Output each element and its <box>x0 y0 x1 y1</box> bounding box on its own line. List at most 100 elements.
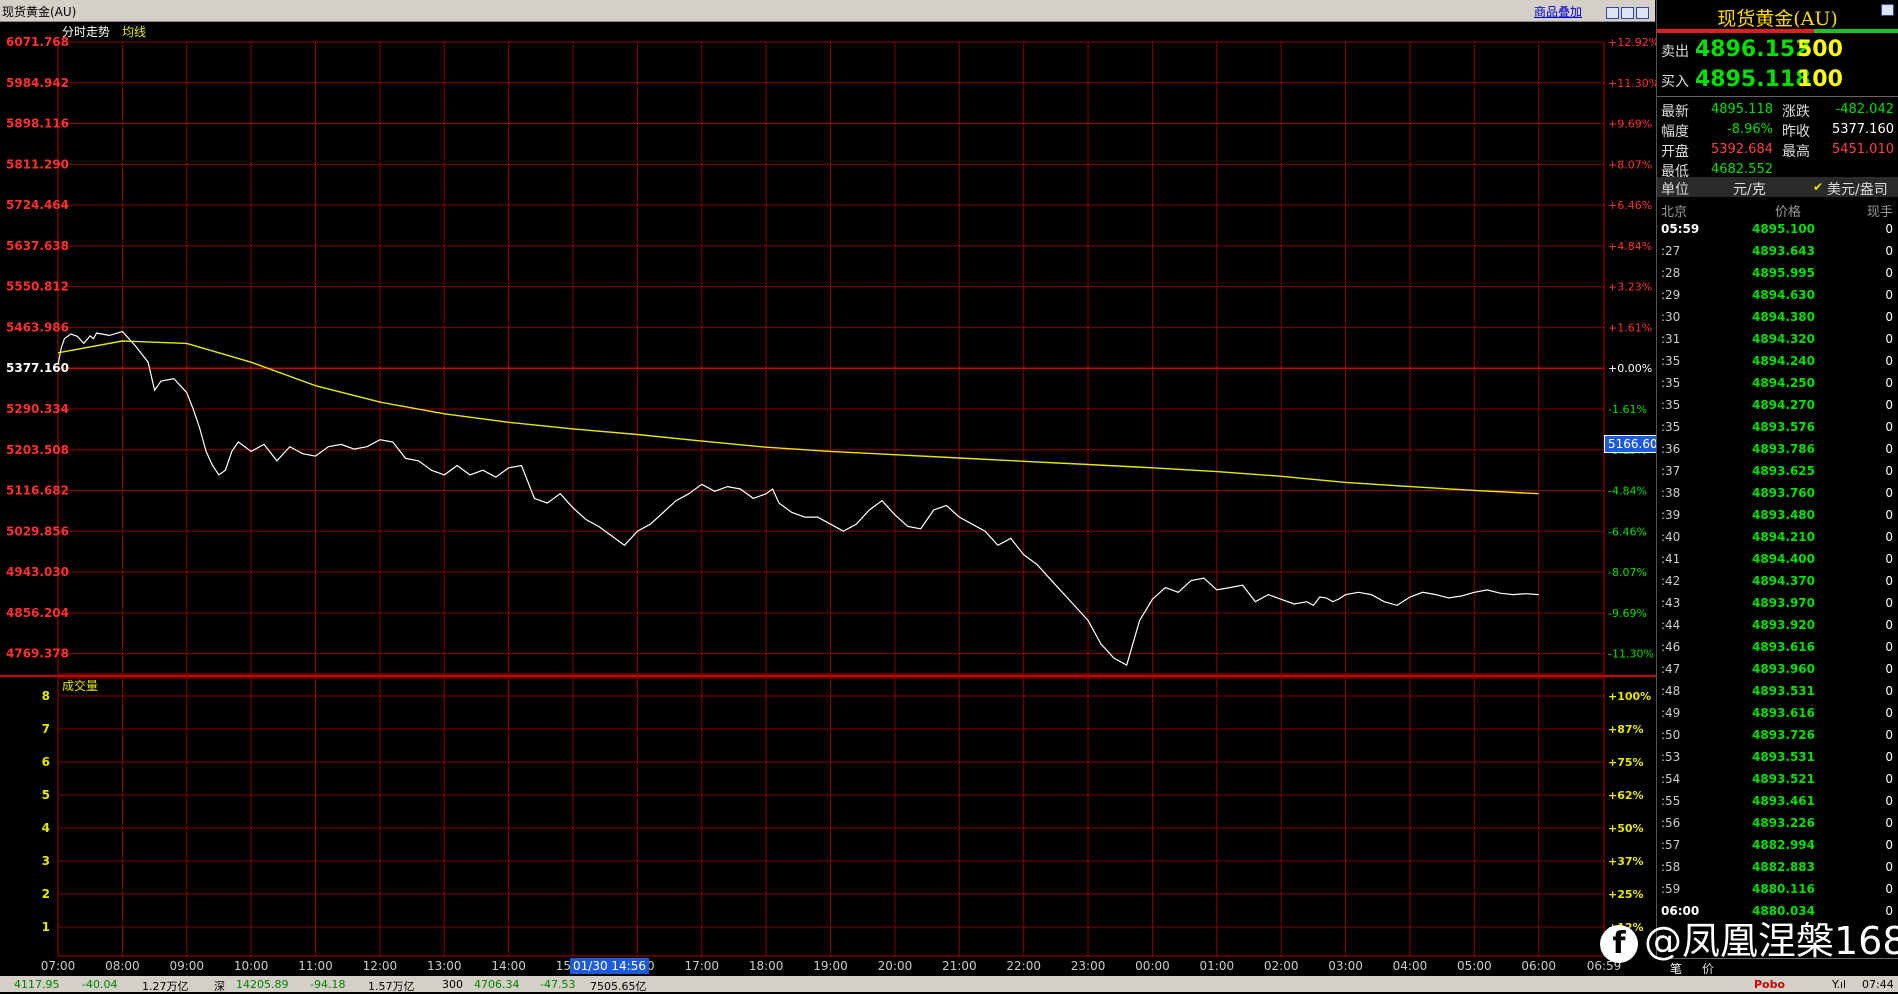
volume-percent-label: +37% <box>1608 855 1644 868</box>
sell-strength-bar <box>1657 29 1814 33</box>
time-tick-label: 17:00 <box>684 959 719 973</box>
tick-row: :38 4893.760 0 <box>1657 483 1898 505</box>
tick-qty: 0 <box>1885 728 1893 742</box>
stat-label: 昨收 <box>1782 124 1810 140</box>
tick-row: :35 4894.250 0 <box>1657 373 1898 395</box>
price-tick-label: 5984.942 <box>6 76 69 90</box>
volume-tick-label: 8 <box>42 689 50 703</box>
tick-row: :41 4894.400 0 <box>1657 549 1898 571</box>
tick-qty: 0 <box>1885 420 1893 434</box>
tick-price: 4893.970 <box>1751 596 1815 610</box>
percent-tick-label: -11.30% <box>1608 648 1654 661</box>
tick-qty: 0 <box>1885 574 1893 588</box>
tick-qty: 0 <box>1885 464 1893 478</box>
tick-row: :47 4893.960 0 <box>1657 659 1898 681</box>
tick-time: :35 <box>1661 354 1681 368</box>
index-value: -94.18 <box>310 978 346 991</box>
index-value: 300 <box>442 978 463 991</box>
tick-qty: 0 <box>1885 772 1893 786</box>
time-tick-label: 10:00 <box>234 959 269 973</box>
tick-price: 4893.760 <box>1751 486 1815 500</box>
unit-selector[interactable]: 单位 元/克 ✔ 美元/盎司 <box>1657 177 1898 199</box>
stat-label: 开盘 <box>1661 144 1689 160</box>
tick-qty: 0 <box>1885 706 1893 720</box>
tick-row: :37 4893.625 0 <box>1657 461 1898 483</box>
tick-price: 4893.521 <box>1751 772 1815 786</box>
index-value: -40.04 <box>82 978 118 991</box>
volume-title: 成交量 <box>62 678 98 693</box>
index-value: 14205.89 <box>236 978 289 991</box>
tick-qty: 0 <box>1885 508 1893 522</box>
intraday-chart[interactable]: 07:00 08:00 09:00 10:00 11:00 12:00 13:00 14:00… <box>0 22 1656 976</box>
panel-toggle-icon[interactable] <box>1881 4 1894 16</box>
stat-value: -8.96% <box>1727 122 1773 137</box>
sell-label: 卖出 <box>1661 44 1689 60</box>
time-tick-label: 02:00 <box>1264 959 1299 973</box>
tick-price: 4893.786 <box>1751 442 1815 456</box>
price-tick-label: 5550.812 <box>6 280 69 294</box>
tick-list[interactable]: 05:59 4895.100 0:27 4893.643 0:28 4895.995 0:2… <box>1657 219 1898 959</box>
time-tick-label: 08:00 <box>105 959 140 973</box>
maximize-icon[interactable] <box>1636 7 1649 19</box>
tick-price: 4880.116 <box>1751 882 1815 896</box>
tick-row: :56 4893.226 0 <box>1657 813 1898 835</box>
app-window: 现货黄金(AU) 商品叠加 07:00 08:00 09:00 10:00 11:00 1… <box>0 0 1898 993</box>
tick-qty: 0 <box>1885 310 1893 324</box>
price-tick-label: 4943.030 <box>6 565 69 579</box>
time-tick-label: 21:00 <box>942 959 977 973</box>
tick-time: :41 <box>1661 552 1681 566</box>
tick-row: :28 4895.995 0 <box>1657 263 1898 285</box>
restore-icon[interactable] <box>1621 7 1634 19</box>
tick-time: :55 <box>1661 794 1681 808</box>
volume-tick-label: 5 <box>42 788 50 802</box>
tick-row: :30 4894.380 0 <box>1657 307 1898 329</box>
volume-tick-label: 2 <box>42 887 50 901</box>
clock: 07:44 <box>1862 978 1894 991</box>
tick-time: :37 <box>1661 464 1681 478</box>
price-tick-label: 5116.682 <box>6 484 69 498</box>
tick-time: :50 <box>1661 728 1681 742</box>
buy-qty: 100 <box>1797 67 1843 92</box>
col-qty: 现手 <box>1866 205 1893 220</box>
stat-value: 5377.160 <box>1831 122 1894 137</box>
unit-label: 单位 <box>1661 182 1689 198</box>
percent-tick-label: +6.46% <box>1608 199 1652 212</box>
tick-row: :29 4894.630 0 <box>1657 285 1898 307</box>
time-tick-label: 14:00 <box>491 959 526 973</box>
unit-option-gram[interactable]: 元/克 <box>1733 179 1766 199</box>
time-tick-label: 13:00 <box>427 959 462 973</box>
volume-percent-label: +25% <box>1608 888 1644 901</box>
tick-qty: 0 <box>1885 222 1893 236</box>
percent-tick-label: -4.84% <box>1608 485 1647 498</box>
stat-value: 5392.684 <box>1710 142 1773 157</box>
tick-row: :36 4893.786 0 <box>1657 439 1898 461</box>
tick-time: :39 <box>1661 508 1681 522</box>
percent-tick-label: +11.30% <box>1608 77 1656 90</box>
tick-time: :44 <box>1661 618 1681 632</box>
percent-tick-label: -1.61% <box>1608 403 1647 416</box>
tick-qty: 0 <box>1885 794 1893 808</box>
buy-price: 4895.118 <box>1695 67 1811 92</box>
price-tick-label: 4856.204 <box>6 606 69 620</box>
unit-option-usd-oz[interactable]: 美元/盎司 <box>1827 179 1888 199</box>
percent-tick-label: +3.23% <box>1608 281 1652 294</box>
tick-qty: 0 <box>1885 442 1893 456</box>
tick-time: :31 <box>1661 332 1681 346</box>
layout-icon[interactable] <box>1606 7 1619 19</box>
tick-qty: 0 <box>1885 398 1893 412</box>
tick-time: :35 <box>1661 376 1681 390</box>
tick-time: 05:59 <box>1661 222 1700 236</box>
percent-tick-label: +1.61% <box>1608 321 1652 334</box>
chart-title-bar: 现货黄金(AU) 商品叠加 <box>0 0 1655 22</box>
tick-qty: 0 <box>1885 860 1893 874</box>
overlay-commodity-link[interactable]: 商品叠加 <box>1534 3 1582 20</box>
tick-qty: 0 <box>1885 552 1893 566</box>
tick-time: :58 <box>1661 860 1681 874</box>
time-tick-label: 12:00 <box>363 959 398 973</box>
signal-icon: Y.ıl <box>1832 978 1847 991</box>
time-tick-label: 23:00 <box>1071 959 1106 973</box>
tick-time: :56 <box>1661 816 1681 830</box>
tick-price: 4893.643 <box>1751 244 1815 258</box>
tick-qty: 0 <box>1885 376 1893 390</box>
tick-price: 4894.320 <box>1751 332 1815 346</box>
